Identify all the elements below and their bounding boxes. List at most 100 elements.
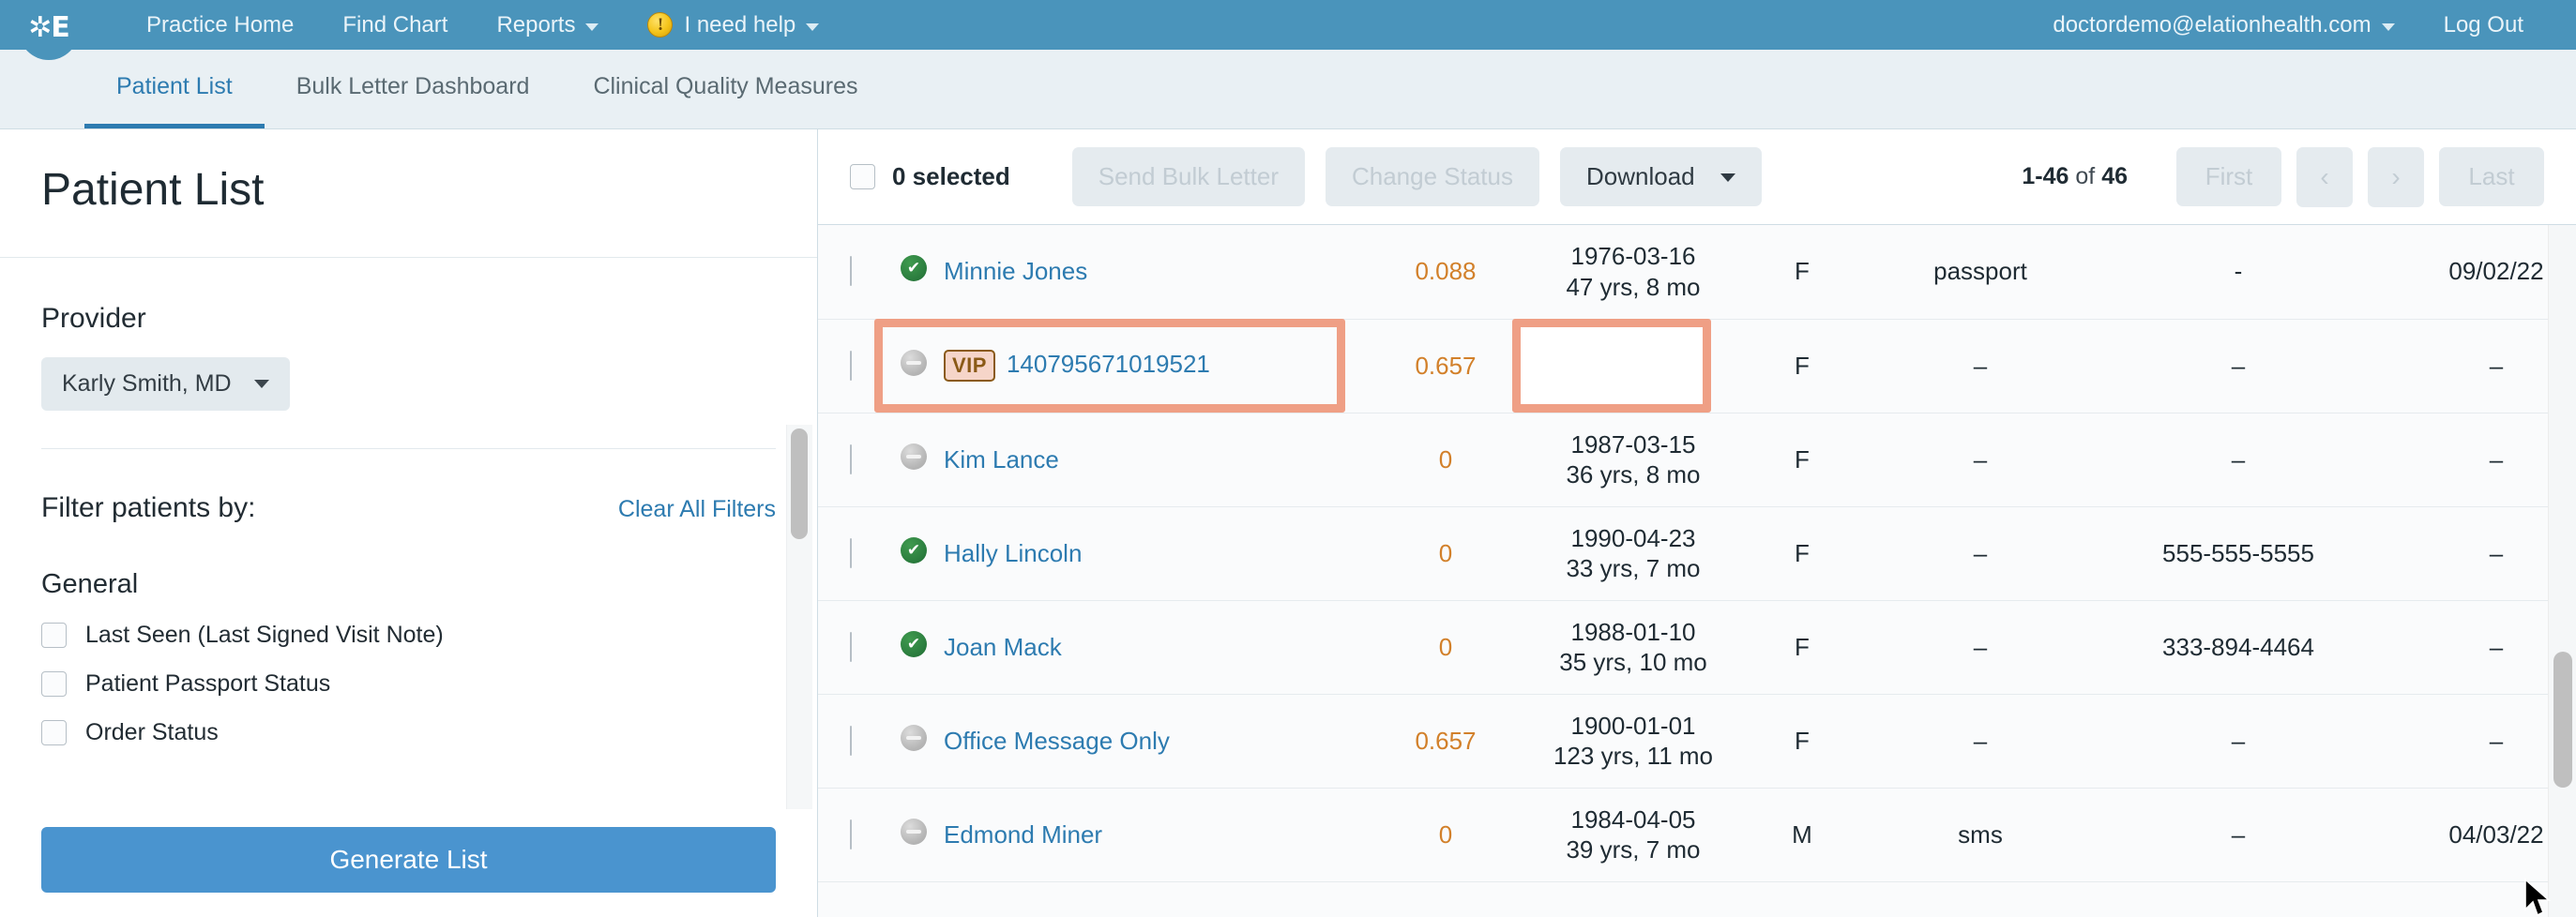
row-passport-cell — [1863, 881, 2098, 917]
sidebar-scrollbar-thumb[interactable] — [791, 428, 808, 539]
pagination-first-button[interactable]: First — [2176, 147, 2281, 206]
send-bulk-letter-button[interactable]: Send Bulk Letter — [1072, 147, 1305, 206]
tab-clinical-quality-measures-label: Clinical Quality Measures — [593, 73, 857, 100]
provider-label: Provider — [41, 303, 776, 335]
table-row[interactable] — [818, 881, 2576, 917]
checkbox-last-seen[interactable] — [41, 623, 67, 648]
chevron-down-icon — [2382, 23, 2395, 31]
row-checkbox[interactable] — [850, 632, 852, 662]
provider-dropdown[interactable]: Karly Smith, MD — [41, 357, 290, 411]
row-checkbox-cell[interactable] — [818, 506, 884, 600]
filter-last-seen[interactable]: Last Seen (Last Signed Visit Note) — [41, 622, 776, 649]
logout-link[interactable]: Log Out — [2419, 12, 2548, 38]
pagination-last-button[interactable]: Last — [2439, 147, 2544, 206]
row-checkbox-cell[interactable] — [818, 694, 884, 788]
tab-patient-list[interactable]: Patient List — [84, 50, 265, 128]
row-name-cell[interactable]: Hally Lincoln — [944, 506, 1366, 600]
download-button[interactable]: Download — [1560, 147, 1762, 206]
age-value: 35 yrs, 10 mo — [1525, 647, 1741, 678]
dob-value: 1990-04-23 — [1525, 523, 1741, 554]
account-email-label: doctordemo@elationhealth.com — [2053, 12, 2371, 38]
table-row[interactable]: Kim Lance 0 1987-03-15 36 yrs, 8 mo F – … — [818, 413, 2576, 506]
checkbox-order-status[interactable] — [41, 720, 67, 745]
pagination-prev-button[interactable]: ‹ — [2296, 147, 2353, 207]
change-status-button[interactable]: Change Status — [1326, 147, 1539, 206]
row-checkbox[interactable] — [850, 256, 852, 286]
row-sex-cell: M — [1741, 788, 1863, 881]
risk-score: 0 — [1439, 445, 1452, 474]
row-status-cell — [884, 788, 944, 881]
row-name-cell[interactable]: Kim Lance — [944, 413, 1366, 506]
row-phone-cell — [2098, 881, 2379, 917]
patient-name-link[interactable]: Joan Mack — [944, 633, 1062, 661]
download-button-label: Download — [1586, 162, 1695, 190]
mouse-cursor-icon — [2523, 878, 2555, 917]
checkbox-patient-passport-status[interactable] — [41, 671, 67, 697]
patient-name-link[interactable]: Kim Lance — [944, 445, 1059, 474]
table-row[interactable]: Joan Mack 0 1988-01-10 35 yrs, 10 mo F –… — [818, 600, 2576, 694]
table-row[interactable]: VIP140795671019521 0.657 hidden F – – – — [818, 319, 2576, 413]
table-scrollbar-thumb[interactable] — [2553, 652, 2572, 788]
row-checkbox-cell[interactable] — [818, 413, 884, 506]
row-status-cell — [884, 506, 944, 600]
risk-score: 0 — [1439, 633, 1452, 661]
elation-logo[interactable]: ✲E — [0, 0, 94, 50]
filter-order-status-label: Order Status — [85, 719, 219, 746]
tab-bulk-letter-dashboard[interactable]: Bulk Letter Dashboard — [265, 50, 562, 128]
generate-list-button[interactable]: Generate List — [41, 827, 776, 893]
row-score-cell: 0.657 — [1366, 694, 1525, 788]
row-name-cell[interactable]: Minnie Jones — [944, 225, 1366, 319]
table-row[interactable]: Office Message Only 0.657 1900-01-01 123… — [818, 694, 2576, 788]
row-dob-cell: 1900-01-01 123 yrs, 11 mo — [1525, 694, 1741, 788]
filter-patient-passport-status[interactable]: Patient Passport Status — [41, 670, 776, 698]
select-all-checkbox[interactable] — [850, 164, 875, 189]
sidebar-scroll-region: Provider Karly Smith, MD Filter patients… — [0, 258, 817, 809]
nav-practice-home[interactable]: Practice Home — [122, 12, 318, 38]
patient-name-link[interactable]: 140795671019521 — [1007, 350, 1210, 378]
row-checkbox-cell[interactable] — [818, 225, 884, 319]
sidebar-scrollbar[interactable] — [786, 425, 812, 809]
chevron-down-icon — [806, 23, 819, 31]
row-name-cell[interactable]: Edmond Miner — [944, 788, 1366, 881]
row-date-cell: – — [2379, 413, 2576, 506]
row-checkbox-cell[interactable] — [818, 319, 884, 413]
nav-find-chart[interactable]: Find Chart — [318, 12, 472, 38]
row-name-cell[interactable]: Office Message Only — [944, 694, 1366, 788]
row-checkbox-cell[interactable] — [818, 881, 884, 917]
row-checkbox-cell[interactable] — [818, 788, 884, 881]
row-checkbox[interactable] — [850, 538, 852, 568]
row-checkbox-cell[interactable] — [818, 600, 884, 694]
patient-name-link[interactable]: Minnie Jones — [944, 257, 1087, 285]
chevron-down-icon — [254, 380, 269, 388]
table-scrollbar[interactable] — [2548, 225, 2576, 917]
account-area: doctordemo@elationhealth.com Log Out — [2028, 12, 2576, 38]
patient-name-link[interactable]: Hally Lincoln — [944, 539, 1082, 567]
table-row[interactable]: Edmond Miner 0 1984-04-05 39 yrs, 7 mo M… — [818, 788, 2576, 881]
top-navigation-bar: ✲E Practice Home Find Chart Reports ! I … — [0, 0, 2576, 50]
row-score-cell: 0 — [1366, 506, 1525, 600]
sidebar-header: Patient List — [0, 129, 817, 258]
age-value: 47 yrs, 8 mo — [1525, 272, 1741, 303]
pagination-next-button[interactable]: › — [2368, 147, 2424, 207]
table-row[interactable]: Hally Lincoln 0 1990-04-23 33 yrs, 7 mo … — [818, 506, 2576, 600]
row-checkbox[interactable] — [850, 444, 852, 474]
row-checkbox[interactable] — [850, 819, 852, 849]
row-name-cell[interactable]: VIP140795671019521 — [944, 319, 1366, 413]
filter-order-status[interactable]: Order Status — [41, 719, 776, 746]
row-score-cell — [1366, 881, 1525, 917]
patient-name-link[interactable]: Edmond Miner — [944, 820, 1102, 849]
clear-all-filters-link[interactable]: Clear All Filters — [618, 496, 776, 523]
row-name-cell[interactable] — [944, 881, 1366, 917]
row-name-cell[interactable]: Joan Mack — [944, 600, 1366, 694]
nav-i-need-help[interactable]: ! I need help — [623, 12, 843, 38]
row-dob-cell: 1990-04-23 33 yrs, 7 mo — [1525, 506, 1741, 600]
tab-clinical-quality-measures[interactable]: Clinical Quality Measures — [561, 50, 889, 128]
risk-score: 0 — [1439, 820, 1452, 849]
table-row[interactable]: Minnie Jones 0.088 1976-03-16 47 yrs, 8 … — [818, 225, 2576, 319]
row-checkbox[interactable] — [850, 726, 852, 756]
nav-reports[interactable]: Reports — [472, 12, 623, 38]
row-checkbox[interactable] — [850, 351, 852, 381]
account-menu[interactable]: doctordemo@elationhealth.com — [2028, 12, 2418, 38]
patient-name-link[interactable]: Office Message Only — [944, 727, 1170, 755]
row-status-cell — [884, 413, 944, 506]
